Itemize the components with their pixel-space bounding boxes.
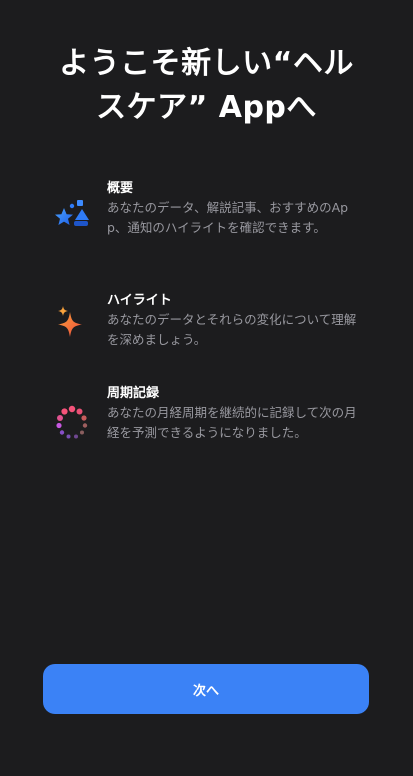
feature-title: 概要 bbox=[107, 181, 134, 196]
feature-description: あなたのデータとそれらの変化について理解を深めましょう。 bbox=[107, 312, 357, 347]
cycle-tracking-icon bbox=[52, 403, 92, 443]
feature-summary-text: 概要 あなたのデータ、解説記事、おすすめのApp、通知のハイライトを確認できます… bbox=[107, 180, 357, 238]
feature-title: 周期記録 bbox=[107, 386, 160, 401]
next-button[interactable]: 次へ bbox=[43, 664, 369, 714]
summary-shapes-icon bbox=[52, 198, 92, 238]
page-title-line-1: ようこそ新しい“ヘル bbox=[59, 46, 354, 81]
sparkle-icon bbox=[52, 304, 92, 344]
page-title: ようこそ新しい“ヘル スケア” Appへ bbox=[20, 42, 393, 130]
page-title-line-2: スケア” Appへ bbox=[96, 90, 317, 125]
feature-title: ハイライト bbox=[107, 293, 172, 308]
feature-cycle-tracking-text: 周期記録 あなたの月経周期を継続的に記録して次の月経を予測できるようになりました… bbox=[107, 385, 357, 443]
welcome-screen: ようこそ新しい“ヘル スケア” Appへ 概要 あなたのデータ、解説記事、おすす… bbox=[0, 0, 413, 776]
feature-description: あなたの月経周期を継続的に記録して次の月経を予測できるようになりました。 bbox=[107, 405, 357, 440]
feature-highlights-text: ハイライト あなたのデータとそれらの変化について理解を深めましょう。 bbox=[107, 292, 357, 350]
feature-description: あなたのデータ、解説記事、おすすめのApp、通知のハイライトを確認できます。 bbox=[107, 200, 349, 235]
